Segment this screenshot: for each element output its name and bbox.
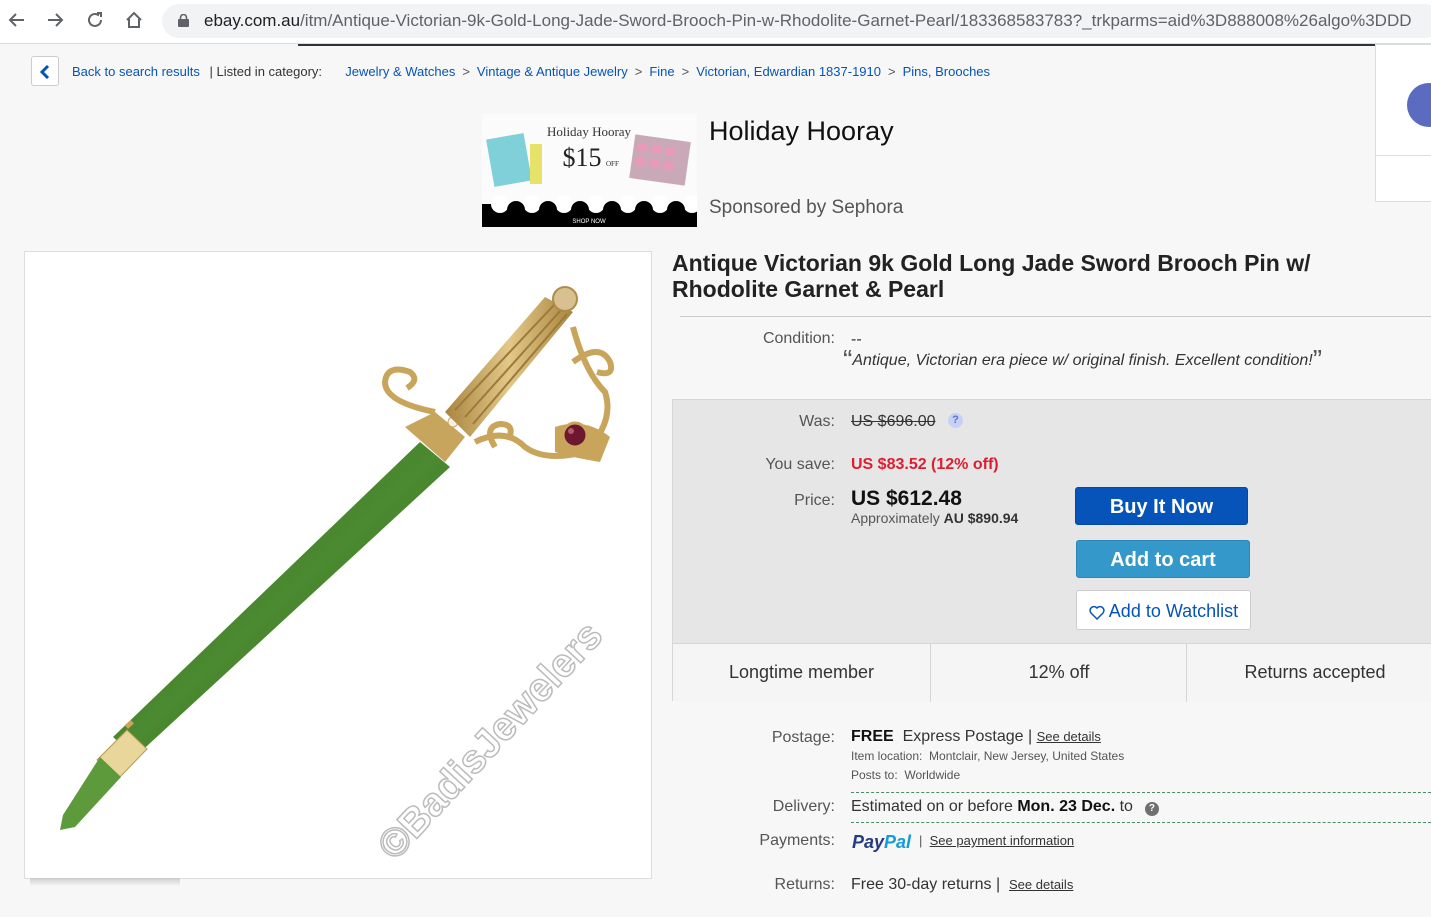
save-amount: US $83.52 (12% off) [851,456,999,473]
home-icon[interactable] [121,9,147,35]
sword-brooch-image: ©BadisJewelers [60,286,615,869]
back-to-results-link[interactable]: Back to search results [72,64,200,79]
chevron-left-icon [39,65,50,79]
breadcrumb-item-jewelry[interactable]: Jewelry & Watches [345,64,455,79]
delivery-help-icon[interactable]: ? [1144,802,1159,816]
was-label: Was: [799,413,835,430]
badge-discount: 12% off [1028,662,1090,682]
listing-title: Antique Victorian 9k Gold Long Jade Swor… [672,250,1311,302]
address-bar[interactable]: ebay.com.au/itm/Antique-Victorian-9k-Gol… [162,4,1431,38]
back-to-results-button[interactable] [31,56,59,86]
posts-to: Posts to: Worldwide [851,768,961,782]
add-to-cart-button[interactable]: Add to cart [1076,540,1250,578]
returns-label: Returns: [774,876,835,893]
breadcrumb-item-vintage[interactable]: Vintage & Antique Jewelry [477,64,628,79]
help-icon[interactable]: ? [948,413,963,428]
ad-image-title: Holiday Hooray [547,124,632,139]
url-text: ebay.com.au/itm/Antique-Victorian-9k-Gol… [204,11,1412,30]
sponsored-ad-image[interactable]: Holiday Hooray $15 OFF SHOP NOW [482,114,697,227]
seller-badges: Longtime member 12% off Returns accepted [673,643,1431,702]
was-price: US $696.00 [851,413,936,430]
forward-arrow-icon[interactable] [42,9,68,35]
item-location: Item location: Montclair, New Jersey, Un… [851,749,1125,763]
lock-icon [178,14,189,27]
browser-toolbar: ebay.com.au/itm/Antique-Victorian-9k-Gol… [0,0,1431,44]
delivery-estimate: Estimated on or before Mon. 23 Dec. to? [851,798,1159,816]
back-arrow-icon[interactable] [4,9,30,35]
header-divider [298,44,1378,46]
add-to-watchlist-button[interactable]: Add to Watchlist [1076,590,1251,630]
postage-label: Postage: [771,729,835,746]
side-panel [1375,44,1431,202]
save-label: You save: [765,456,835,473]
postage-see-details-link[interactable]: See details [1037,729,1101,744]
heart-icon [1089,605,1105,621]
avatar[interactable] [1407,83,1431,127]
approx-price: Approximately AU $890.94 [851,510,1019,526]
breadcrumb-separator: > [888,64,896,79]
watermark-text: ©BadisJewelers [369,613,611,868]
listed-in-label: | Listed in category: [209,64,323,79]
divider [1376,155,1431,156]
buy-it-now-button[interactable]: Buy It Now [1075,487,1248,525]
divider [851,792,1431,793]
badge-longtime-member: Longtime member [728,662,875,682]
breadcrumb-item-fine[interactable]: Fine [649,64,674,79]
image-shadow [30,878,180,886]
ad-sponsor: Sponsored by Sephora [709,197,904,218]
badge-returns: Returns accepted [1244,662,1386,682]
delivery-label: Delivery: [772,798,835,815]
title-divider [680,316,1431,317]
paypal-logo: PayPal [852,832,912,852]
payment-info: | See payment information [919,833,1075,848]
breadcrumb-separator: > [681,64,690,79]
ad-image-cta: SHOP NOW [572,219,606,225]
returns-see-details-link[interactable]: See details [1009,877,1073,892]
ad-image-offer-suffix: OFF [606,160,619,168]
breadcrumb-separator: > [462,64,470,79]
current-price: US $612.48 [851,487,962,510]
breadcrumb-item-victorian[interactable]: Victorian, Edwardian 1837-1910 [696,64,881,79]
see-payment-info-link[interactable]: See payment information [930,833,1075,848]
price-label: Price: [794,492,835,509]
ad-image-offer: $15 [563,143,602,172]
payments-label: Payments: [759,832,835,849]
product-image[interactable]: ©BadisJewelers [24,251,652,879]
returns-info: Free 30-day returns | See details [851,876,1074,893]
breadcrumb-item-pins[interactable]: Pins, Brooches [903,64,990,79]
condition-label: Condition: [762,330,835,347]
divider [851,822,1431,823]
condition-description: “Antique, Victorian era piece w/ origina… [843,344,1323,375]
postage-info: FREE Express Postage | See details [851,728,1101,745]
ad-title[interactable]: Holiday Hooray [709,116,894,147]
reload-icon[interactable] [82,9,108,35]
breadcrumb-separator: > [634,64,643,79]
breadcrumb: Back to search results | Listed in categ… [72,64,990,79]
